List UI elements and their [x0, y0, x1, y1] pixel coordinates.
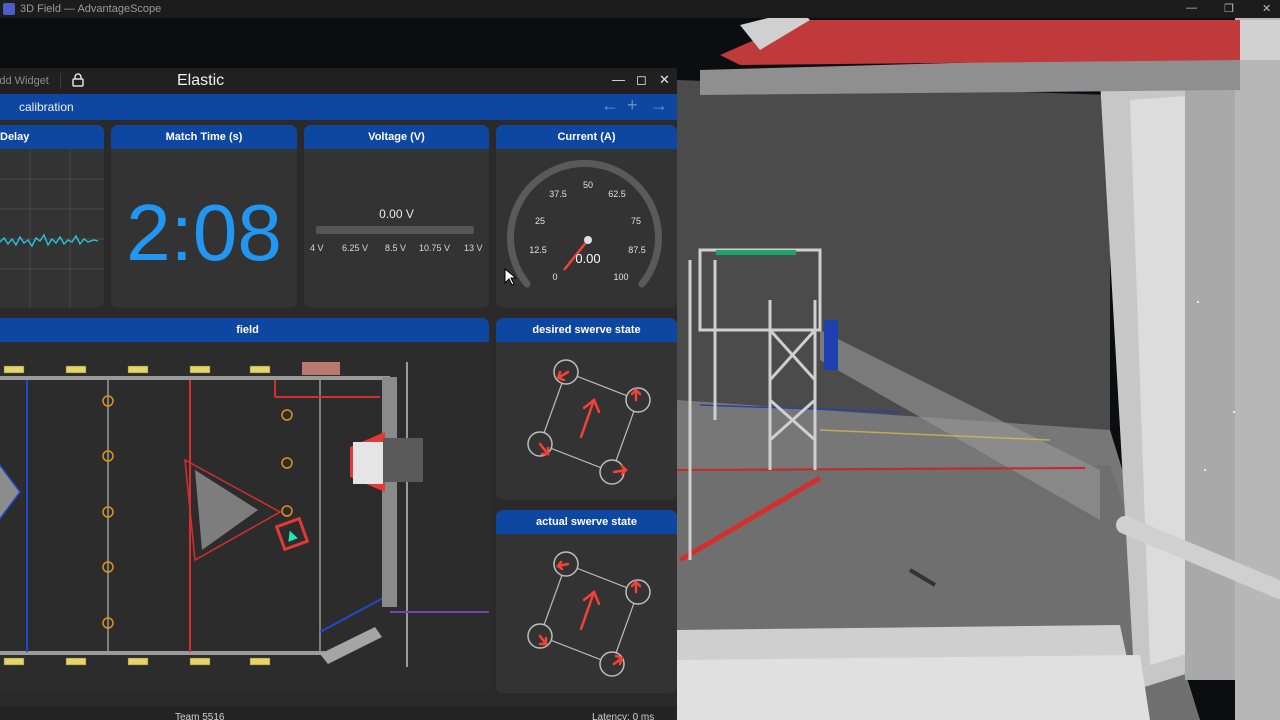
- titlebar-divider: [60, 73, 61, 89]
- status-bar: Team 5516 Latency: 0 ms: [0, 706, 677, 720]
- lock-icon[interactable]: [72, 73, 84, 92]
- voltage-bar-track: [316, 226, 474, 234]
- gauge-tick: 12.5: [529, 245, 547, 255]
- elastic-titlebar: Add Widget Elastic — ◻ ✕: [0, 68, 677, 94]
- desired-swerve-diagram: [527, 359, 651, 485]
- bg-maximize-button[interactable]: ❐: [1224, 2, 1234, 15]
- next-tab-arrow-icon[interactable]: →: [650, 95, 668, 116]
- minimize-button[interactable]: —: [612, 72, 625, 87]
- advantagescope-app-icon: [3, 3, 15, 15]
- gauge-tick: 37.5: [549, 189, 567, 199]
- delay-graph-line: [0, 233, 99, 248]
- gauge-tick: 25: [535, 216, 545, 226]
- voltage-widget[interactable]: Voltage (V) 0.00 V 4 V 6.25 V 8.5 V 10.7…: [304, 125, 489, 308]
- current-widget[interactable]: Current (A) 0 12.5 25 37.5 50 62.5 75 87…: [496, 125, 677, 308]
- gauge-tick: 62.5: [608, 189, 626, 199]
- add-widget-button[interactable]: Add Widget: [0, 75, 49, 87]
- app-title: Elastic: [177, 72, 225, 89]
- advantagescope-titlebar: 3D Field — AdvantageScope — ❐ ✕: [0, 0, 1280, 18]
- bg-close-button[interactable]: ✕: [1262, 2, 1271, 15]
- field-title: field: [0, 318, 489, 342]
- match-time-title: Match Time (s): [111, 125, 297, 149]
- gauge-tick: 87.5: [628, 245, 646, 255]
- gauge-tick: 100: [613, 272, 628, 282]
- actual-swerve-widget[interactable]: actual swerve state: [496, 510, 677, 693]
- current-value: 0.00: [575, 251, 600, 266]
- latency: Latency: 0 ms: [592, 712, 655, 720]
- tab-calibration[interactable]: calibration: [19, 100, 74, 114]
- field-map: [0, 342, 489, 693]
- current-gauge: 0 12.5 25 37.5 50 62.5 75 87.5 100 0.00: [507, 160, 662, 288]
- voltage-tick: 6.25 V: [342, 243, 369, 253]
- desired-swerve-title: desired swerve state: [496, 318, 677, 342]
- desired-swerve-widget[interactable]: desired swerve state: [496, 318, 677, 500]
- voltage-title: Voltage (V): [304, 125, 489, 149]
- delay-title: Delay: [0, 125, 104, 149]
- voltage-tick: 8.5 V: [385, 243, 407, 253]
- gauge-tick: 50: [583, 180, 593, 190]
- delay-graph: [0, 149, 104, 308]
- tab-bar: calibration ← + →: [0, 94, 677, 120]
- team-number: Team 5516: [175, 712, 225, 720]
- gauge-pivot: [584, 236, 592, 244]
- delay-widget[interactable]: Delay: [0, 125, 104, 308]
- previous-tab-arrow-icon[interactable]: ←: [601, 95, 619, 116]
- advantagescope-window-title: 3D Field — AdvantageScope: [20, 3, 162, 15]
- voltage-tick: 10.75 V: [419, 243, 451, 253]
- match-time-value: 2:08: [126, 188, 282, 277]
- gauge-tick: 75: [631, 216, 641, 226]
- maximize-button[interactable]: ◻: [636, 72, 647, 88]
- voltage-value: 0.00 V: [379, 207, 414, 221]
- match-time-widget[interactable]: Match Time (s) 2:08: [111, 125, 297, 308]
- current-title: Current (A): [496, 125, 677, 149]
- field-widget[interactable]: field: [0, 318, 489, 693]
- voltage-tick: 4 V: [310, 243, 324, 253]
- bg-minimize-button[interactable]: —: [1186, 2, 1197, 14]
- actual-swerve-title: actual swerve state: [496, 510, 677, 534]
- actual-swerve-diagram: [527, 551, 651, 677]
- voltage-tick: 13 V: [464, 243, 483, 253]
- add-tab-icon[interactable]: +: [627, 95, 638, 116]
- mouse-cursor-icon: [504, 268, 516, 286]
- elastic-window: Add Widget Elastic — ◻ ✕ calibration ← +…: [0, 68, 677, 720]
- gauge-tick: 0: [552, 272, 557, 282]
- close-button[interactable]: ✕: [659, 72, 670, 88]
